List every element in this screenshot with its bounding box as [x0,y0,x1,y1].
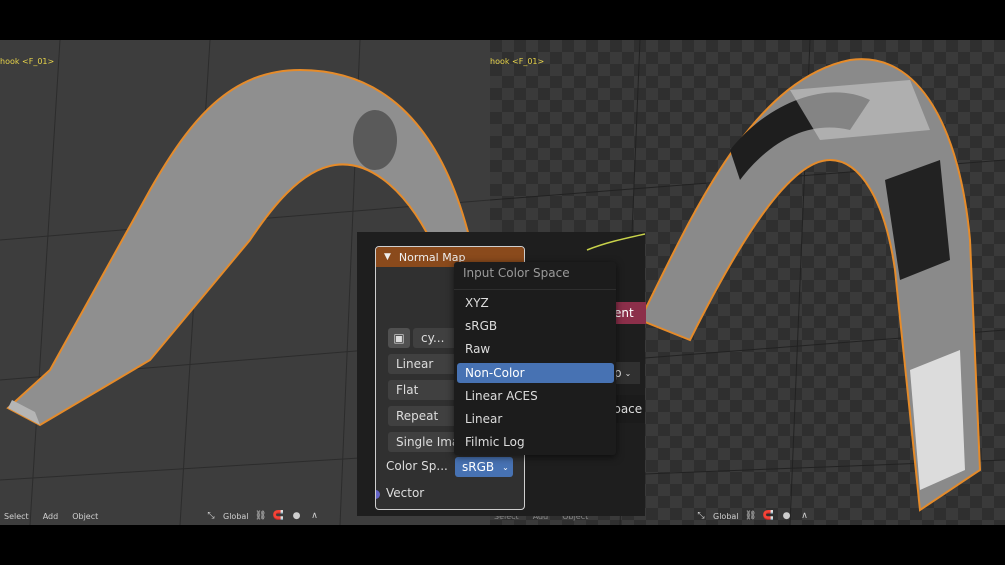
dropdown-item-linear[interactable]: Linear [457,409,614,429]
menu-add[interactable]: Add [43,512,59,521]
chevron-down-icon: ⌄ [502,462,509,472]
falloff-icon[interactable]: ∧ [309,511,321,521]
pivot-icon[interactable]: ⛓ [745,511,757,521]
object-label: hook <F_01> [0,57,55,66]
letterbox-top [0,0,1005,40]
letterbox-bottom [0,525,1005,565]
dropdown-item-filmic-log[interactable]: Filmic Log [457,432,614,452]
color-space-select[interactable]: sRGB ⌄ [455,457,513,477]
dropdown-title: Input Color Space [463,266,570,280]
dropdown-item-raw[interactable]: Raw [457,339,614,359]
transform-orientation-select[interactable]: Global [223,512,249,521]
vector-label: Vector [386,486,425,500]
proportional-icon[interactable]: ● [291,511,303,521]
object-label: hook <F_01> [490,57,545,66]
falloff-icon[interactable]: ∧ [799,511,811,521]
dropdown-item-xyz[interactable]: XYZ [457,293,614,313]
color-space-label: Color Sp... [386,459,448,473]
menu-select[interactable]: Select [4,512,29,521]
snap-icon[interactable]: 🧲 [273,511,285,521]
node-field-partial[interactable]: p ⌄ [612,362,640,384]
transform-orientation-select[interactable]: Global [713,512,739,521]
chevron-down-icon[interactable]: ▼ [384,252,391,262]
vector-socket[interactable] [376,490,380,499]
dropdown-item-linear-aces[interactable]: Linear ACES [457,386,614,406]
chevron-down-icon: ⌄ [624,368,632,378]
dropdown-item-non-color[interactable]: Non-Color [457,363,614,383]
dropdown-item-srgb[interactable]: sRGB [457,316,614,336]
image-browse-icon[interactable]: ▣ [388,328,410,348]
pivot-icon[interactable]: ⛓ [255,511,267,521]
color-space-dropdown[interactable]: Input Color Space XYZ sRGB Raw Non-Color… [454,262,616,455]
menu-object[interactable]: Object [72,512,98,521]
dropdown-separator [454,289,616,290]
proportional-icon[interactable]: ● [781,511,793,521]
transform-orientation-icon[interactable]: ⤡ [695,511,707,521]
shader-node-partial[interactable]: ent [612,302,646,324]
transform-orientation-icon[interactable]: ⤡ [205,511,217,521]
snap-icon[interactable]: 🧲 [763,511,775,521]
